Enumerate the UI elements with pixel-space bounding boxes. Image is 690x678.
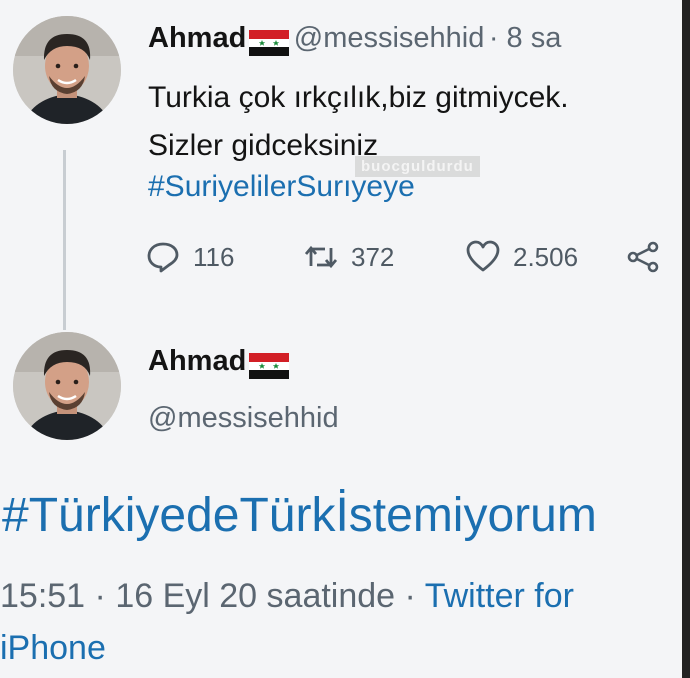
tweet-text-line: Turkia çok ırkçılık,biz gitmiycek.	[148, 81, 569, 114]
tweet-source[interactable]: Twitter for	[425, 577, 574, 615]
avatar[interactable]	[13, 332, 121, 440]
tweet-header: Ahmad	[148, 345, 290, 379]
hashtag-link[interactable]: #TürkiyedeTürkİstemiyorum	[2, 488, 597, 543]
retweet-count: 372	[351, 241, 395, 272]
like-button[interactable]: 2.506	[465, 240, 578, 274]
share-icon	[627, 241, 659, 273]
syrian-flag-icon	[249, 352, 290, 379]
user-handle[interactable]: @messisehhid	[148, 402, 339, 435]
reply-button[interactable]: 116	[145, 240, 234, 274]
tweet-time[interactable]: 8 sa	[507, 22, 562, 54]
tweet-meta: 15:51 · 16 Eyl 20 saatinde · Twitter for…	[0, 570, 682, 674]
separator: ·	[488, 22, 507, 54]
reply-count: 116	[193, 241, 235, 272]
retweet-button[interactable]: 372	[303, 240, 394, 274]
reply-icon	[147, 242, 179, 273]
separator: ·	[94, 577, 116, 615]
tweet-source[interactable]: iPhone	[0, 629, 106, 667]
retweet-icon	[304, 245, 338, 269]
user-handle[interactable]: @messisehhid	[294, 22, 485, 54]
syrian-flag-icon	[249, 29, 290, 56]
user-name[interactable]: Ahmad	[148, 345, 246, 377]
tweet-timestamp[interactable]: 15:51	[0, 577, 85, 615]
thread-connector	[63, 150, 66, 330]
separator: ·	[404, 577, 425, 615]
like-count: 2.506	[513, 241, 579, 272]
tweet-date[interactable]: 16 Eyl 20 saatinde	[115, 577, 395, 615]
avatar[interactable]	[13, 16, 121, 124]
user-name[interactable]: Ahmad	[148, 22, 246, 54]
screen-edge	[682, 0, 690, 678]
share-button[interactable]	[625, 240, 673, 274]
tweet-header: Ahmad @messisehhid · 8 sa	[148, 22, 561, 56]
tweet-card: Ahmad @messisehhid · 8 sa Turkia çok ırk…	[0, 0, 682, 678]
like-icon	[466, 240, 500, 272]
watermark: buocguldurdu	[355, 156, 480, 177]
